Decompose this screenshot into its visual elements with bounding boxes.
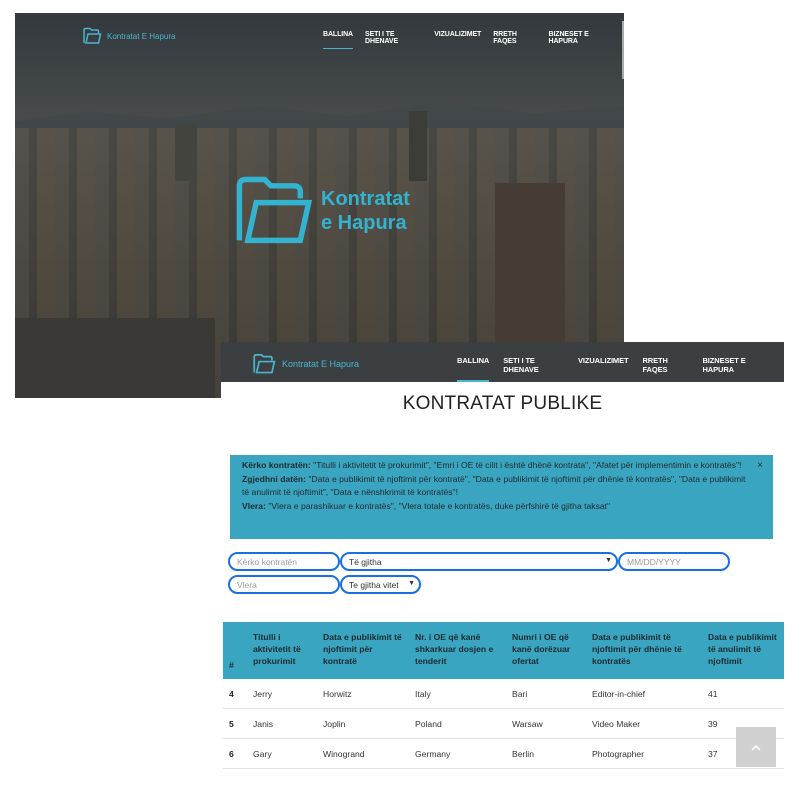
table-row[interactable]: 6 Gary Winogrand Germany Berlin Photogra…	[223, 738, 784, 769]
nav-item-seti[interactable]: SETI I TE DHENAVE	[503, 356, 564, 382]
contracts-page: Kontratat E Hapura BALLINA SETI I TE DHE…	[221, 342, 784, 782]
year-select-value: Te gjitha vitet	[349, 580, 399, 590]
hero-brand-line1: Kontratat	[321, 188, 410, 210]
table-row[interactable]: 4 Jerry Horwitz Italy Bari Editor-in-chi…	[223, 679, 784, 709]
close-icon[interactable]: ×	[757, 459, 763, 473]
column-header-downloads[interactable]: Nr. i OE që kanë shkarkuar dosjen e tend…	[409, 622, 506, 679]
row-index: 6	[223, 738, 247, 769]
back-to-top-button[interactable]	[736, 727, 776, 767]
hero-brand-line2: e Hapura	[321, 212, 407, 234]
cell: Warsaw	[506, 708, 586, 739]
caret-down-icon: ▼	[605, 557, 612, 564]
cell: Horwitz	[317, 679, 409, 709]
category-select-value: Të gjitha	[349, 557, 382, 567]
category-select[interactable]: Të gjitha ▼	[340, 552, 618, 571]
info-alert: × Kërko kontratën: "Titulli i aktiviteti…	[230, 455, 773, 539]
cell: Bari	[506, 679, 586, 709]
cell: Photographer	[586, 738, 702, 769]
hero-nav-logo[interactable]: Kontratat E Hapura	[82, 27, 175, 45]
date-input[interactable]	[627, 557, 721, 567]
hero-nav-ballina[interactable]: BALLINA	[323, 31, 353, 49]
info-search-text: "Titulli i aktivitetit të prokurimit", "…	[310, 460, 742, 470]
column-header-offers[interactable]: Numri i OE që kanë dorëzuar ofertat	[506, 622, 586, 679]
nav-logo[interactable]: Kontratat E Hapura	[251, 353, 359, 375]
info-search-line: Kërko kontratën: "Titulli i aktivitetit …	[242, 459, 747, 473]
nav-item-rreth[interactable]: RRETH FAQES	[642, 356, 688, 382]
cell: Video Maker	[586, 708, 702, 739]
info-date-text: "Data e publikimit të njoftimit për kont…	[242, 473, 746, 498]
hero-nav: BALLINA SETI I TE DHENAVE VIZUALIZIMET R…	[323, 31, 624, 49]
nav-item-vizualizimet[interactable]: VIZUALIZIMET	[578, 356, 629, 382]
chevron-up-icon	[751, 744, 761, 751]
column-header-pub-date[interactable]: Data e publikimit të njoftimit për kontr…	[317, 622, 409, 679]
hero-screenshot: Kontratat E Hapura BALLINA SETI I TE DHE…	[15, 13, 624, 398]
cell: Germany	[409, 738, 506, 769]
column-header-award-date[interactable]: Data e publikimit të njoftimit për dhëni…	[586, 622, 702, 679]
cell: Italy	[409, 679, 506, 709]
column-header-cancel-date[interactable]: Data e publikimit të anulimit të njoftim…	[702, 622, 784, 679]
cell: Editor-in-chief	[586, 679, 702, 709]
cell: Joplin	[317, 708, 409, 739]
nav-links: BALLINA SETI I TE DHENAVE VIZUALIZIMET R…	[457, 356, 784, 382]
info-date-line: Zgjedhni datën: "Data e publikimit të nj…	[242, 473, 747, 500]
search-input[interactable]	[237, 557, 331, 567]
year-select[interactable]: Te gjitha vitet ▼	[340, 575, 421, 594]
cell: Janis	[247, 708, 317, 739]
info-value-label: Vlera:	[242, 500, 266, 511]
page-title: KONTRATAT PUBLIKE	[402, 393, 603, 414]
hero-nav-rreth[interactable]: RRETH FAQES	[493, 31, 536, 49]
value-field[interactable]	[228, 575, 340, 594]
table-row[interactable]: 5 Janis Joplin Poland Warsaw Video Maker…	[223, 708, 784, 739]
contracts-table: # Titulli i aktivitetit të prokurimit Da…	[223, 622, 784, 769]
nav-item-bizneset[interactable]: BIZNESET E HAPURA	[702, 356, 770, 382]
table-header-row: # Titulli i aktivitetit të prokurimit Da…	[223, 622, 784, 679]
info-value-line: Vlera: "Vlera e parashikuar e kontratës"…	[242, 500, 747, 514]
cell: Jerry	[247, 679, 317, 709]
cell: 41	[702, 679, 784, 709]
date-field[interactable]	[618, 552, 730, 571]
info-search-label: Kërko kontratën:	[242, 460, 311, 470]
info-value-text: "Vlera e parashikuar e kontratës", "Vler…	[265, 500, 611, 511]
column-header-index[interactable]: #	[223, 622, 247, 679]
nav-item-ballina[interactable]: BALLINA	[457, 356, 489, 382]
hero-nav-seti[interactable]: SETI I TE DHENAVE	[365, 31, 422, 49]
cell: Poland	[409, 708, 506, 739]
folder-logo-icon	[236, 176, 313, 244]
cell: Winogrand	[317, 738, 409, 769]
hero-logo-text: Kontratat E Hapura	[107, 31, 176, 41]
row-index: 4	[223, 679, 247, 709]
folder-logo-icon	[83, 27, 102, 44]
folder-logo-icon	[253, 353, 276, 374]
caret-down-icon: ▼	[408, 580, 415, 587]
info-date-label: Zgjedhni datën:	[242, 473, 306, 484]
hero-nav-vizualizimet[interactable]: VIZUALIZIMET	[434, 31, 481, 49]
column-header-title[interactable]: Titulli i aktivitetit të prokurimit	[247, 622, 317, 679]
cell: Berlin	[506, 738, 586, 769]
logo-text: Kontratat E Hapura	[282, 359, 360, 369]
navbar: Kontratat E Hapura BALLINA SETI I TE DHE…	[221, 342, 784, 382]
search-field[interactable]	[228, 552, 340, 571]
row-index: 5	[223, 708, 247, 739]
value-input[interactable]	[237, 580, 331, 590]
hero-brand: Kontratat e Hapura	[231, 173, 410, 249]
hero-scrollbar[interactable]	[622, 21, 624, 79]
hero-nav-bizneset[interactable]: BIZNESET E HAPURA	[549, 31, 613, 49]
cell: Gary	[247, 738, 317, 769]
